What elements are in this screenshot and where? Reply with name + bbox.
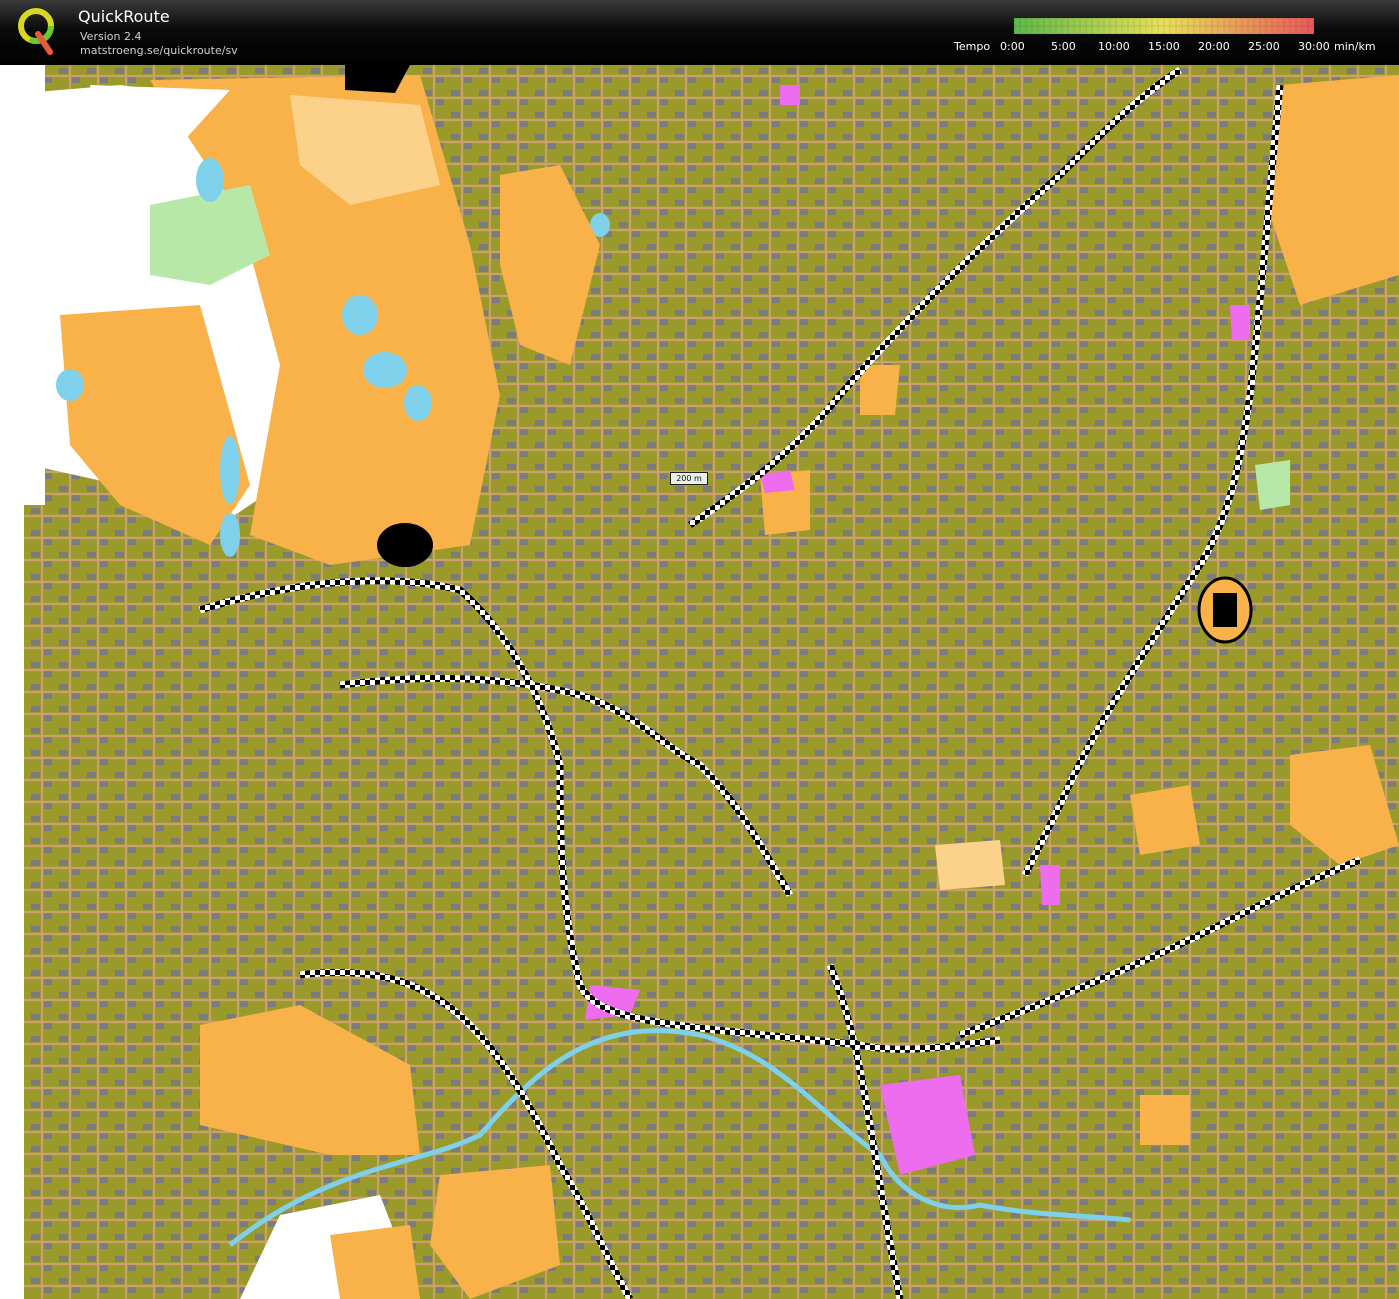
pace-color-scale bbox=[1014, 18, 1314, 34]
special-area bbox=[780, 85, 800, 105]
app-url: matstroeng.se/quickroute/sv bbox=[80, 44, 238, 57]
lake bbox=[342, 295, 378, 335]
map-white-margin bbox=[0, 505, 24, 1299]
open-land bbox=[1130, 785, 1200, 855]
scale-bar: 200 m bbox=[670, 472, 708, 485]
pace-legend: Tempo 0:00 5:00 10:00 15:00 20:00 25:00 … bbox=[950, 18, 1390, 62]
lake bbox=[56, 369, 84, 401]
quickroute-window: Q QuickRoute Version 2.4 matstroeng.se/q… bbox=[0, 0, 1399, 1299]
legend-tick: 20:00 bbox=[1198, 40, 1230, 53]
app-version: Version 2.4 bbox=[80, 30, 142, 43]
lake bbox=[404, 385, 432, 421]
legend-tick: 10:00 bbox=[1098, 40, 1130, 53]
stadium bbox=[377, 523, 433, 567]
open-land bbox=[1270, 75, 1399, 305]
legend-tick: 25:00 bbox=[1248, 40, 1280, 53]
open-land bbox=[1140, 1095, 1190, 1145]
lake bbox=[220, 513, 240, 557]
legend-tick: 0:00 bbox=[1000, 40, 1025, 53]
rough-open-land bbox=[935, 840, 1005, 890]
orienteering-map[interactable] bbox=[0, 65, 1399, 1299]
lake bbox=[196, 158, 224, 202]
open-land bbox=[330, 1225, 420, 1299]
special-area bbox=[1040, 865, 1060, 905]
green-vegetation bbox=[1255, 460, 1290, 510]
app-title: QuickRoute bbox=[78, 7, 170, 26]
special-area bbox=[1230, 305, 1250, 340]
lake bbox=[363, 352, 407, 388]
header-bar: Q QuickRoute Version 2.4 matstroeng.se/q… bbox=[0, 0, 1399, 65]
legend-tick: 15:00 bbox=[1148, 40, 1180, 53]
legend-label: Tempo bbox=[954, 40, 991, 53]
stadium-pitch bbox=[1213, 593, 1237, 627]
legend-tick: 30:00 bbox=[1298, 40, 1330, 53]
legend-unit: min/km bbox=[1334, 40, 1376, 53]
open-land bbox=[860, 365, 900, 415]
quickroute-logo-icon: Q bbox=[18, 8, 54, 55]
legend-tick: 5:00 bbox=[1051, 40, 1076, 53]
lake bbox=[220, 436, 240, 504]
